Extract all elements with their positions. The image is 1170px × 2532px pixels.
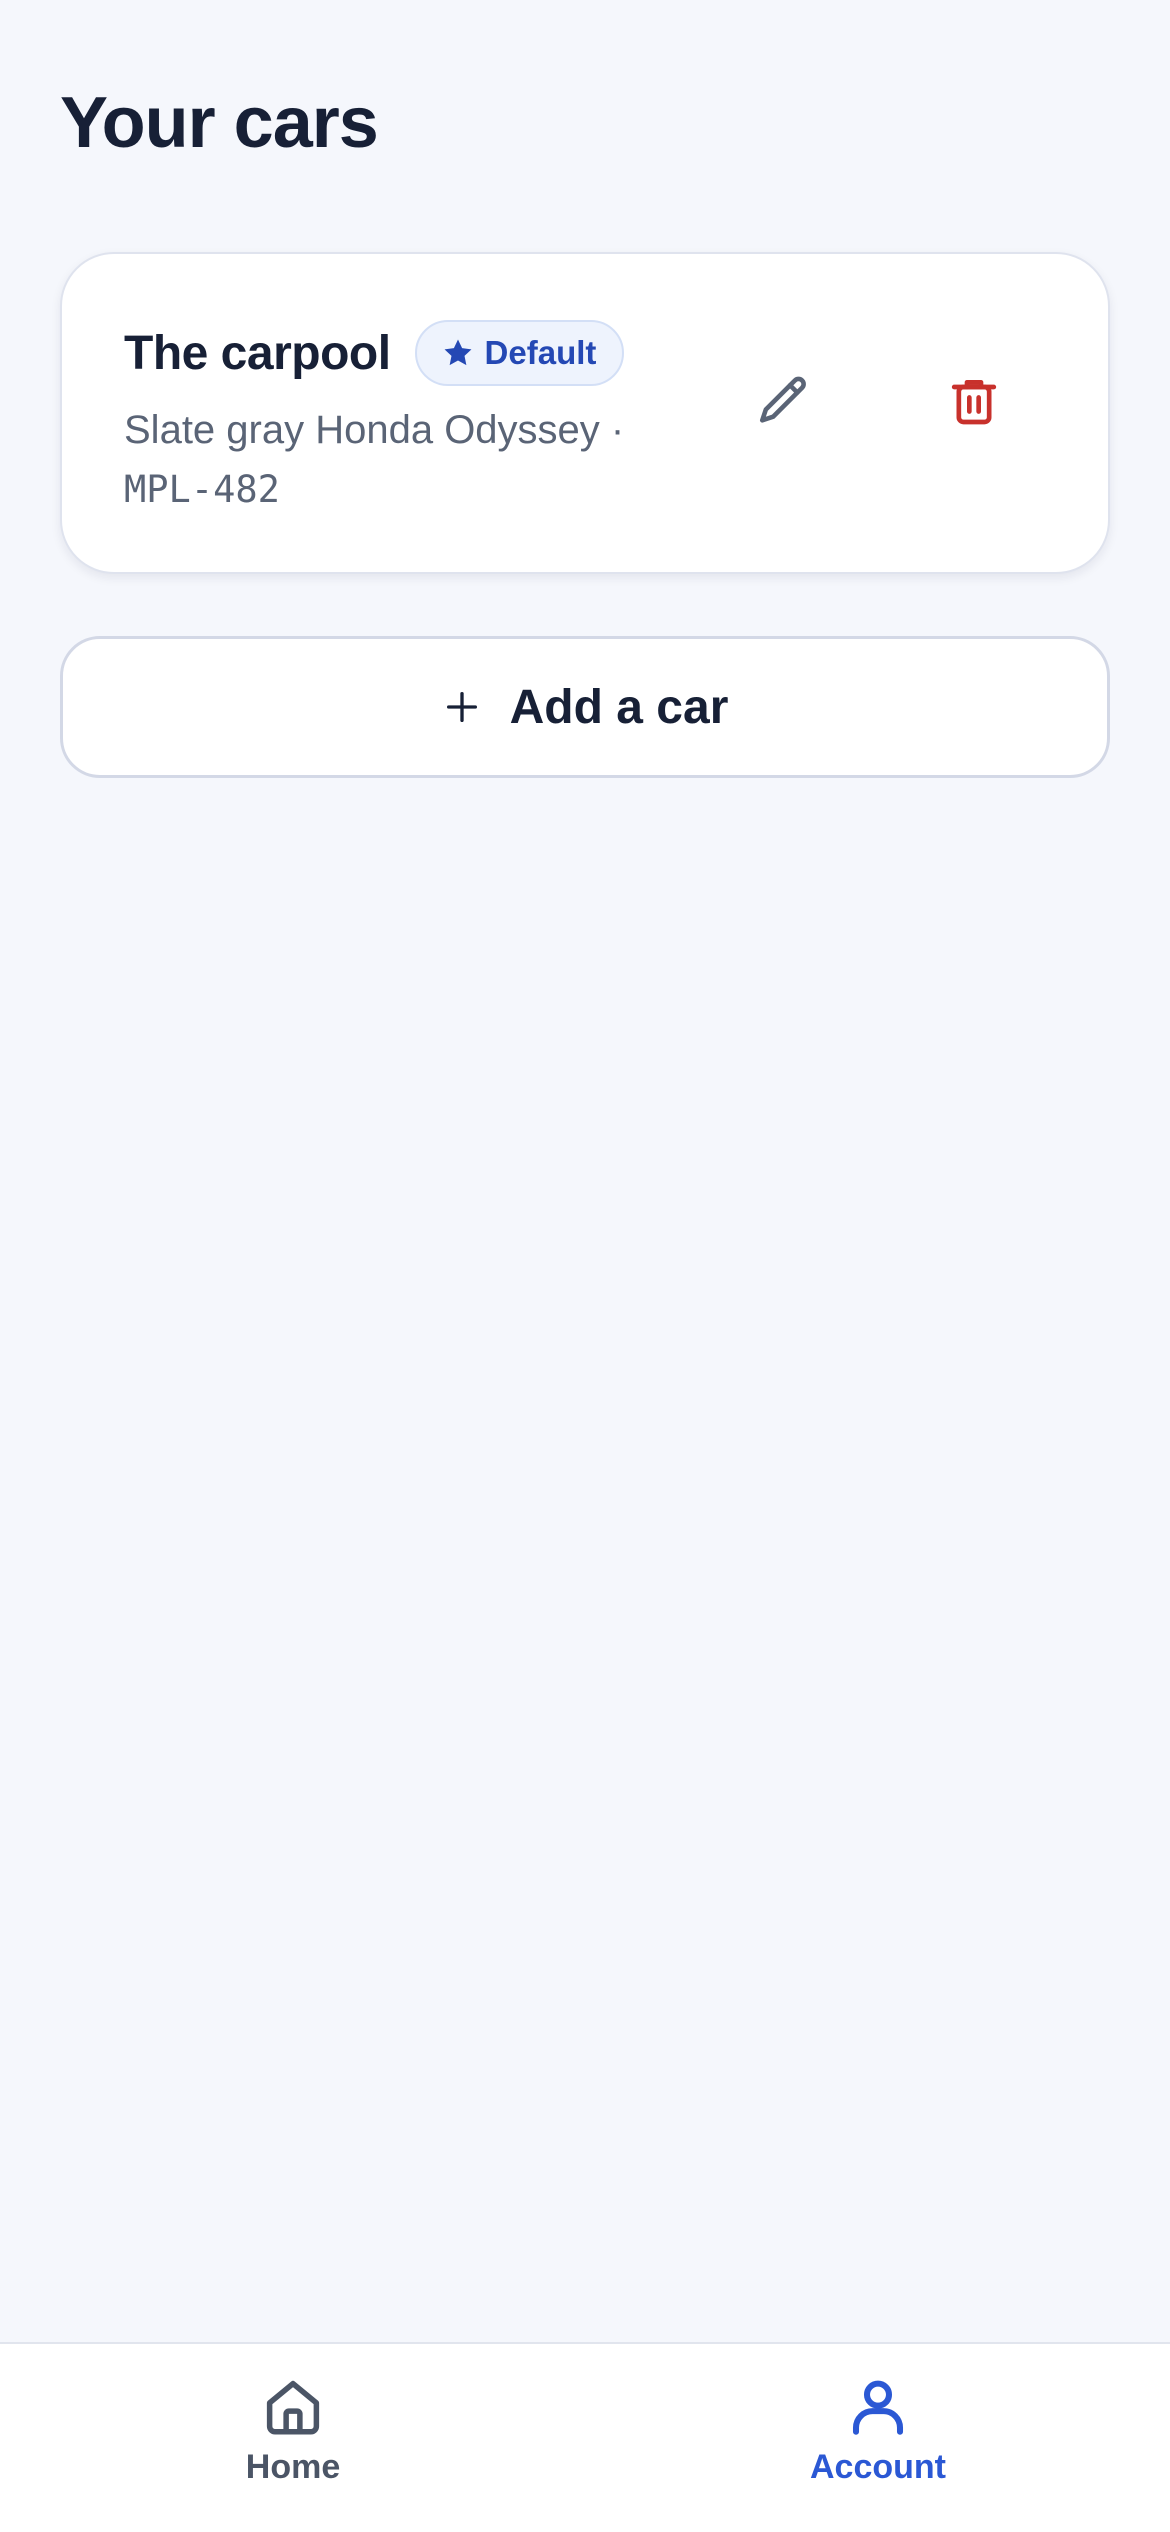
pencil-icon: [759, 376, 806, 423]
star-icon: [444, 339, 472, 366]
page-title: Your cars: [60, 83, 379, 163]
plus-icon: [442, 687, 482, 727]
car-plate: MPL-482: [124, 468, 280, 511]
default-badge-label: Default: [484, 334, 597, 371]
bottom-nav: Home Account: [0, 2342, 1170, 2532]
car-card[interactable]: The carpool Default Slate gray Honda Ody…: [60, 252, 1110, 574]
add-car-label: Add a car: [509, 680, 729, 734]
nav-label-home: Home: [245, 2448, 341, 2486]
car-description: Slate gray Honda Odyssey · MPL-482: [124, 400, 684, 520]
home-icon: [266, 2380, 320, 2435]
nav-item-home[interactable]: Home: [143, 2374, 443, 2487]
page: Your cars The carpool Default Slate gray…: [0, 0, 1170, 2342]
nav-item-account[interactable]: Account: [728, 2374, 1028, 2487]
edit-car-button[interactable]: [736, 353, 832, 449]
default-badge: Default: [414, 320, 625, 386]
add-car-button[interactable]: Add a car: [60, 636, 1110, 778]
trash-icon: [951, 380, 997, 425]
car-name: The carpool: [124, 326, 391, 380]
user-icon: [852, 2380, 904, 2435]
nav-label-account: Account: [810, 2448, 946, 2486]
car-name-row: The carpool Default: [124, 320, 625, 386]
delete-car-button[interactable]: [926, 353, 1022, 449]
car-model-color: Slate gray Honda Odyssey ·: [124, 408, 625, 452]
